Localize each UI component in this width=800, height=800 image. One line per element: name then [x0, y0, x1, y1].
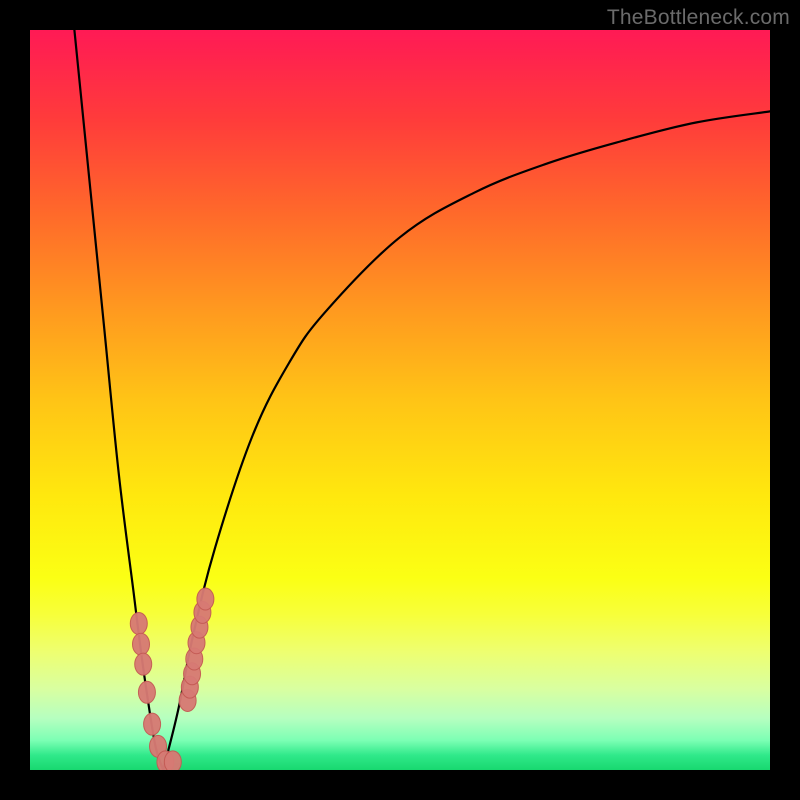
data-dot	[144, 713, 161, 735]
data-dot	[133, 633, 150, 655]
curve-right-branch	[163, 111, 770, 770]
plot-area	[30, 30, 770, 770]
watermark-text: TheBottleneck.com	[607, 6, 790, 30]
chart-frame: TheBottleneck.com	[0, 0, 800, 800]
data-dot	[164, 751, 181, 770]
data-dot	[197, 588, 214, 610]
data-dots	[130, 588, 214, 770]
curve-layer	[30, 30, 770, 770]
data-dot	[130, 612, 147, 634]
data-dot	[138, 681, 155, 703]
bottleneck-curve	[74, 30, 770, 770]
data-dot	[135, 653, 152, 675]
